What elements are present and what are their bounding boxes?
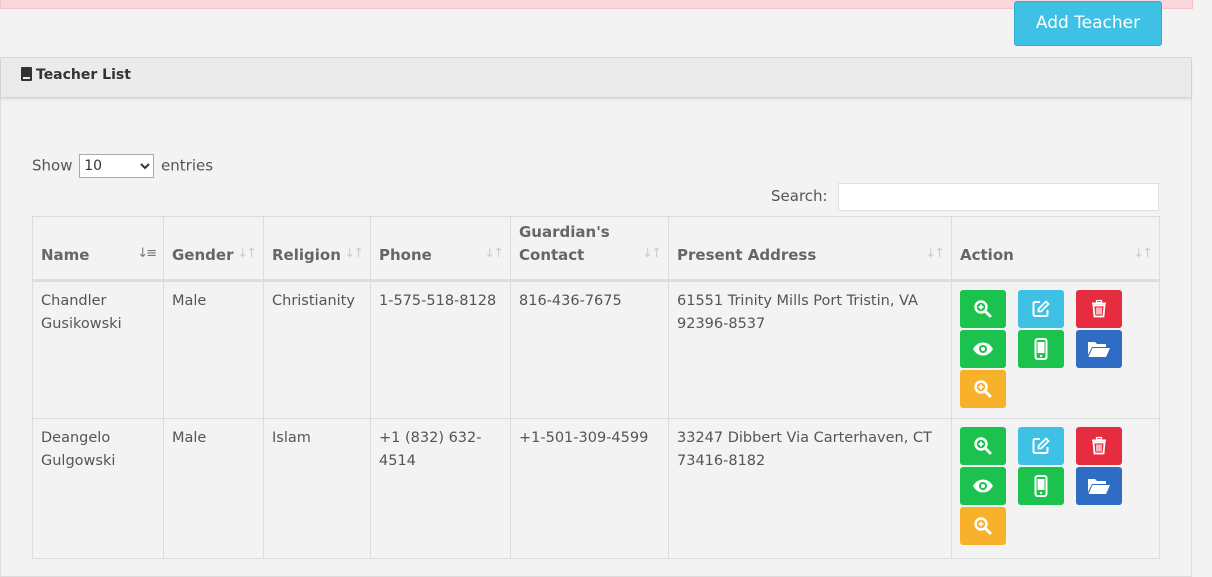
show-label: Show [32,156,73,175]
table-row: Chandler Gusikowski Male Christianity 1-… [32,280,1160,419]
trash-icon [1092,436,1106,455]
cell-religion: Islam [263,418,371,559]
sort-icon: ↓↑ [237,246,257,261]
table-header-row: Name ↓≡ Gender ↓↑ Religion ↓↑ Phone ↓↑ Guard… [32,216,1160,282]
cell-name: Chandler Gusikowski [32,280,164,419]
column-header-gender[interactable]: Gender ↓↑ [163,216,264,282]
sort-icon: ↓↑ [484,246,504,261]
delete-button[interactable] [1076,290,1122,328]
sort-icon: ↓↑ [344,246,364,261]
sms-button[interactable] [1018,467,1064,505]
zoom-in-icon [974,380,992,398]
edit-button[interactable] [1018,427,1064,465]
view-button[interactable] [960,467,1006,505]
search-details-button[interactable] [960,370,1006,408]
trash-icon [1092,299,1106,318]
search-input[interactable] [838,183,1159,211]
entries-label: entries [161,156,214,175]
folder-open-icon [1088,479,1110,494]
column-header-action[interactable]: Action ↓↑ [951,216,1160,282]
cell-name: Deangelo Gulgowski [32,418,164,559]
view-details-button[interactable] [960,290,1006,328]
add-teacher-button[interactable]: Add Teacher [1014,1,1162,46]
column-header-address[interactable]: Present Address ↓↑ [668,216,952,282]
panel-heading: Teacher List [1,58,1191,98]
column-header-guardian[interactable]: Guardian's Contact ↓↑ [510,216,669,282]
search-label: Search: [771,187,828,205]
edit-button[interactable] [1018,290,1064,328]
cell-phone: +1 (832) 632-4514 [370,418,511,559]
zoom-in-icon [974,300,992,318]
column-header-religion[interactable]: Religion ↓↑ [263,216,371,282]
column-header-name[interactable]: Name ↓≡ [32,216,164,282]
cell-guardian: +1-501-309-4599 [510,418,669,559]
cell-religion: Christianity [263,280,371,419]
edit-icon [1032,300,1050,317]
panel-title: Teacher List [21,67,131,83]
documents-button[interactable] [1076,467,1122,505]
table-row: Deangelo Gulgowski Male Islam +1 (832) 6… [32,418,1160,559]
length-menu: Show 10 entries [32,154,213,178]
sort-icon: ↓↑ [642,246,662,261]
zoom-in-icon [974,517,992,535]
panel-title-text: Teacher List [36,67,131,83]
column-header-phone[interactable]: Phone ↓↑ [370,216,511,282]
sort-icon: ↓↑ [925,246,945,261]
mobile-phone-icon [1034,475,1048,497]
eye-icon [973,479,993,493]
cell-address: 33247 Dibbert Via Carterhaven, CT 73416-… [668,418,952,559]
zoom-in-icon [974,437,992,455]
entries-select[interactable]: 10 [79,154,155,178]
cell-actions [951,280,1160,419]
sms-button[interactable] [1018,330,1064,368]
search-details-button[interactable] [960,507,1006,545]
cell-address: 61551 Trinity Mills Port Tristin, VA 923… [668,280,952,419]
eye-icon [973,342,993,356]
cell-gender: Male [163,280,264,419]
folder-open-icon [1088,342,1110,357]
view-button[interactable] [960,330,1006,368]
book-icon [21,67,32,81]
cell-guardian: 816-436-7675 [510,280,669,419]
sort-icon: ↓↑ [1133,246,1153,261]
cell-phone: 1-575-518-8128 [370,280,511,419]
edit-icon [1032,437,1050,454]
cell-actions [951,418,1160,559]
sort-icon: ↓≡ [137,246,157,261]
teacher-table: Name ↓≡ Gender ↓↑ Religion ↓↑ Phone ↓↑ Guard… [32,216,1160,559]
delete-button[interactable] [1076,427,1122,465]
view-details-button[interactable] [960,427,1006,465]
mobile-phone-icon [1034,338,1048,360]
cell-gender: Male [163,418,264,559]
documents-button[interactable] [1076,330,1122,368]
